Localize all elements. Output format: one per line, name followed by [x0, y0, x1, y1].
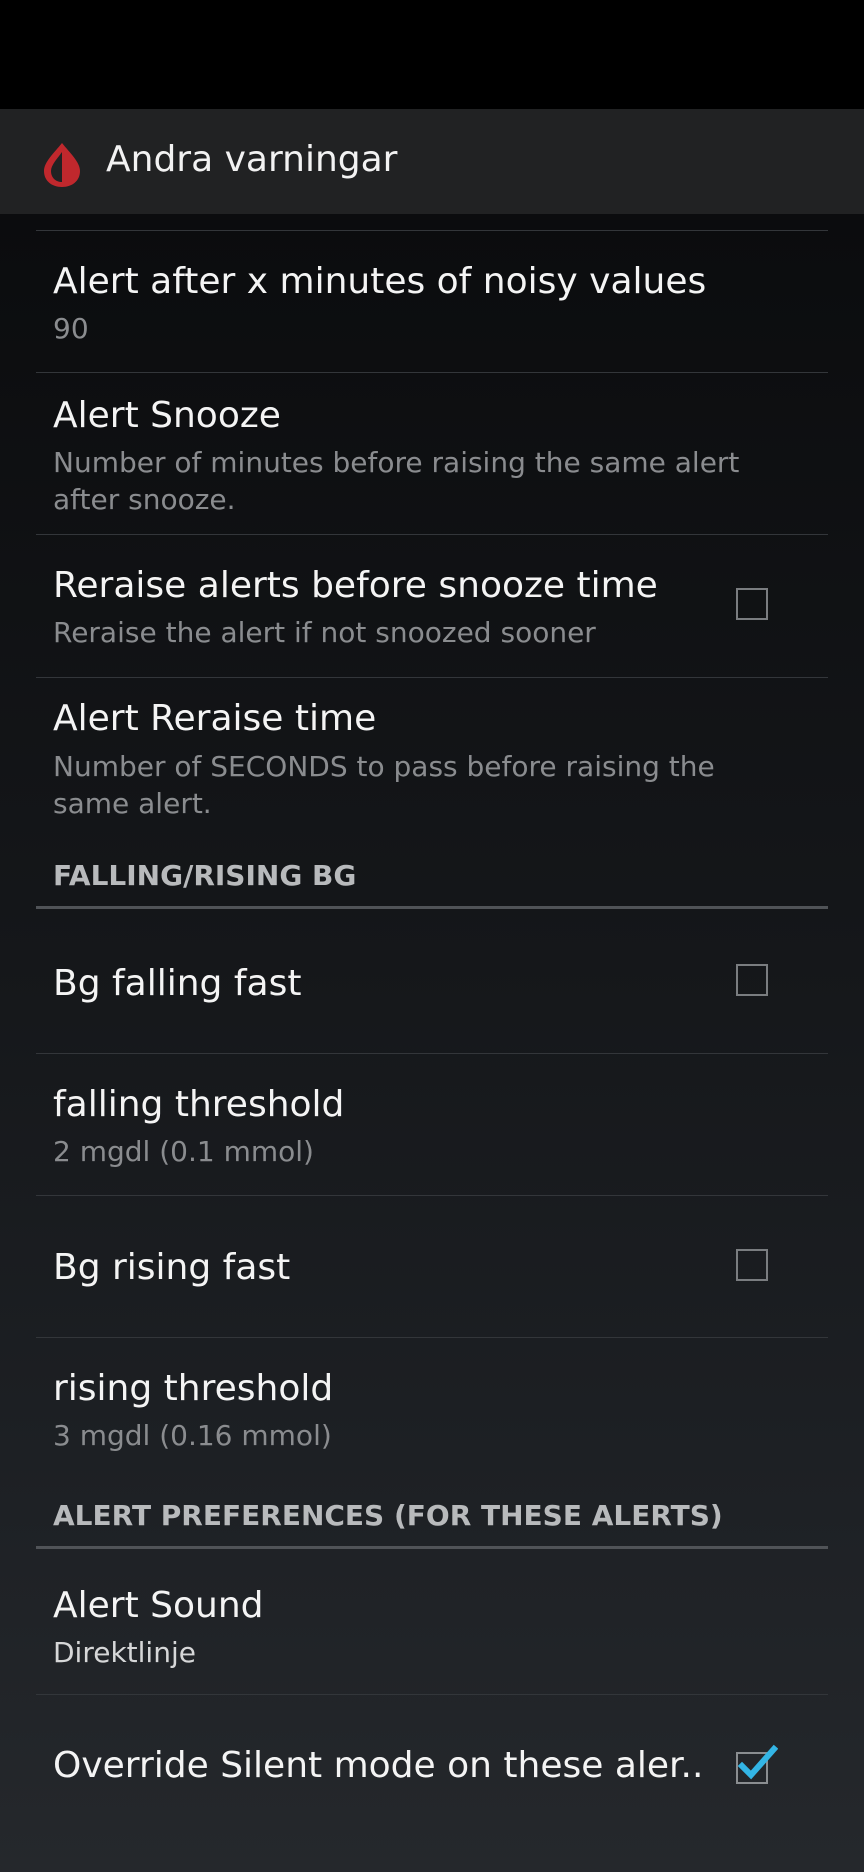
pref-summary: 3 mgdl (0.16 mmol) — [53, 1419, 332, 1452]
pref-title: Alert Reraise time — [53, 698, 377, 739]
category-title: ALERT PREFERENCES (FOR THESE ALERTS) — [53, 1499, 723, 1532]
falling-checkbox[interactable] — [736, 964, 768, 996]
check-mark-icon — [738, 1744, 778, 1780]
pref-alert-sound[interactable] — [36, 1549, 828, 1708]
pref-summary: Number of SECONDS to pass before raising… — [53, 750, 715, 820]
pref-title: falling threshold — [53, 1084, 345, 1125]
status-bar — [0, 0, 864, 109]
pref-summary: Reraise the alert if not snoozed sooner — [53, 616, 596, 649]
pref-summary: 2 mgdl (0.1 mmol) — [53, 1135, 314, 1168]
pref-title: Override Silent mode on these aler.. — [53, 1745, 704, 1786]
pref-title: Alert Snooze — [53, 395, 281, 436]
pref-title: Reraise alerts before snooze time — [53, 565, 658, 606]
preferences-list[interactable]: Alert after x minutes of noisy values 90… — [0, 214, 864, 1872]
pref-summary: Direktlinje — [53, 1636, 196, 1669]
page-title: Andra varningar — [106, 139, 398, 180]
pref-title: Alert Sound — [53, 1585, 264, 1626]
pref-title: Bg falling fast — [53, 963, 302, 1004]
action-bar: Andra varningar — [0, 109, 864, 214]
pref-title: rising threshold — [53, 1368, 334, 1409]
category-title: FALLING/RISING BG — [53, 859, 357, 892]
blood-drop-icon[interactable] — [38, 140, 86, 188]
pref-title: Alert after x minutes of noisy values — [53, 261, 707, 302]
pref-title: Bg rising fast — [53, 1247, 291, 1288]
pref-summary: Number of minutes before raising the sam… — [53, 446, 740, 516]
rising-checkbox[interactable] — [736, 1249, 768, 1281]
override-silent-checkbox[interactable] — [736, 1744, 778, 1784]
pref-summary: 90 — [53, 312, 89, 345]
reraise-checkbox[interactable] — [736, 588, 768, 620]
pref-noisy-values[interactable] — [36, 231, 828, 386]
